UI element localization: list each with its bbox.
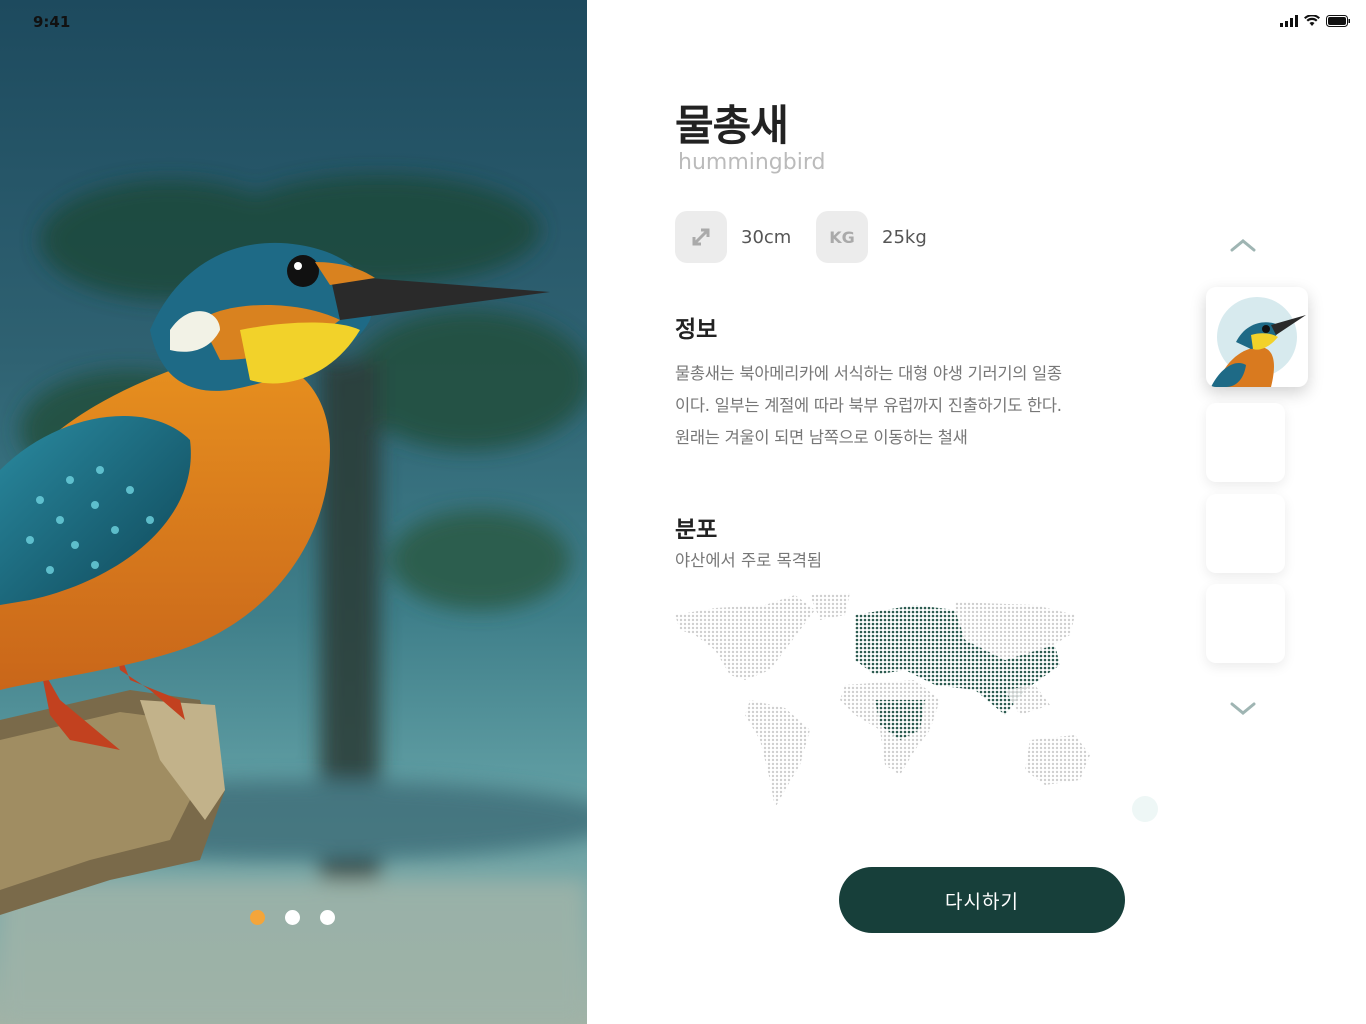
info-title: 정보 [675, 317, 718, 343]
retry-button[interactable]: 다시하기 [839, 867, 1125, 933]
bird-name-english: hummingbird [678, 150, 826, 175]
carousel-dot-1[interactable] [250, 910, 265, 925]
carousel-dot-3[interactable] [320, 910, 335, 925]
thumbnail-4[interactable] [1206, 584, 1285, 663]
resize-arrows-icon [675, 211, 727, 263]
thumbnail-2[interactable] [1206, 403, 1285, 482]
spec-size: 30cm [675, 211, 791, 263]
spec-size-value: 30cm [741, 226, 792, 248]
spec-weight: KG 25kg [816, 211, 927, 263]
bird-photo [0, 175, 587, 1024]
status-icons [1280, 15, 1350, 27]
thumbnail-bird-image [1211, 297, 1306, 387]
chevron-down-icon[interactable] [1228, 698, 1258, 718]
thumbnail-1[interactable] [1206, 287, 1308, 387]
eye-icon[interactable] [1132, 796, 1158, 822]
bird-photo-panel: 9:41 [0, 0, 587, 1024]
signal-icon [1280, 15, 1298, 27]
distribution-subtitle: 야산에서 주로 목격됨 [675, 551, 823, 570]
carousel-dots[interactable] [250, 910, 335, 925]
bird-name: 물총새 [675, 101, 789, 150]
spec-weight-value: 25kg [882, 226, 927, 248]
carousel-dot-2[interactable] [285, 910, 300, 925]
chevron-up-icon[interactable] [1228, 236, 1258, 256]
wifi-icon [1304, 15, 1320, 26]
battery-icon [1326, 15, 1350, 27]
thumbnail-3[interactable] [1206, 494, 1285, 573]
distribution-title: 분포 [675, 517, 718, 543]
info-text: 물총새는 북아메리카에 서식하는 대형 야생 기러기의 일종이다. 일부는 계절… [675, 364, 1062, 447]
kg-weight-icon: KG [816, 211, 868, 263]
distribution-map [675, 593, 1090, 808]
status-time: 9:41 [33, 13, 71, 31]
